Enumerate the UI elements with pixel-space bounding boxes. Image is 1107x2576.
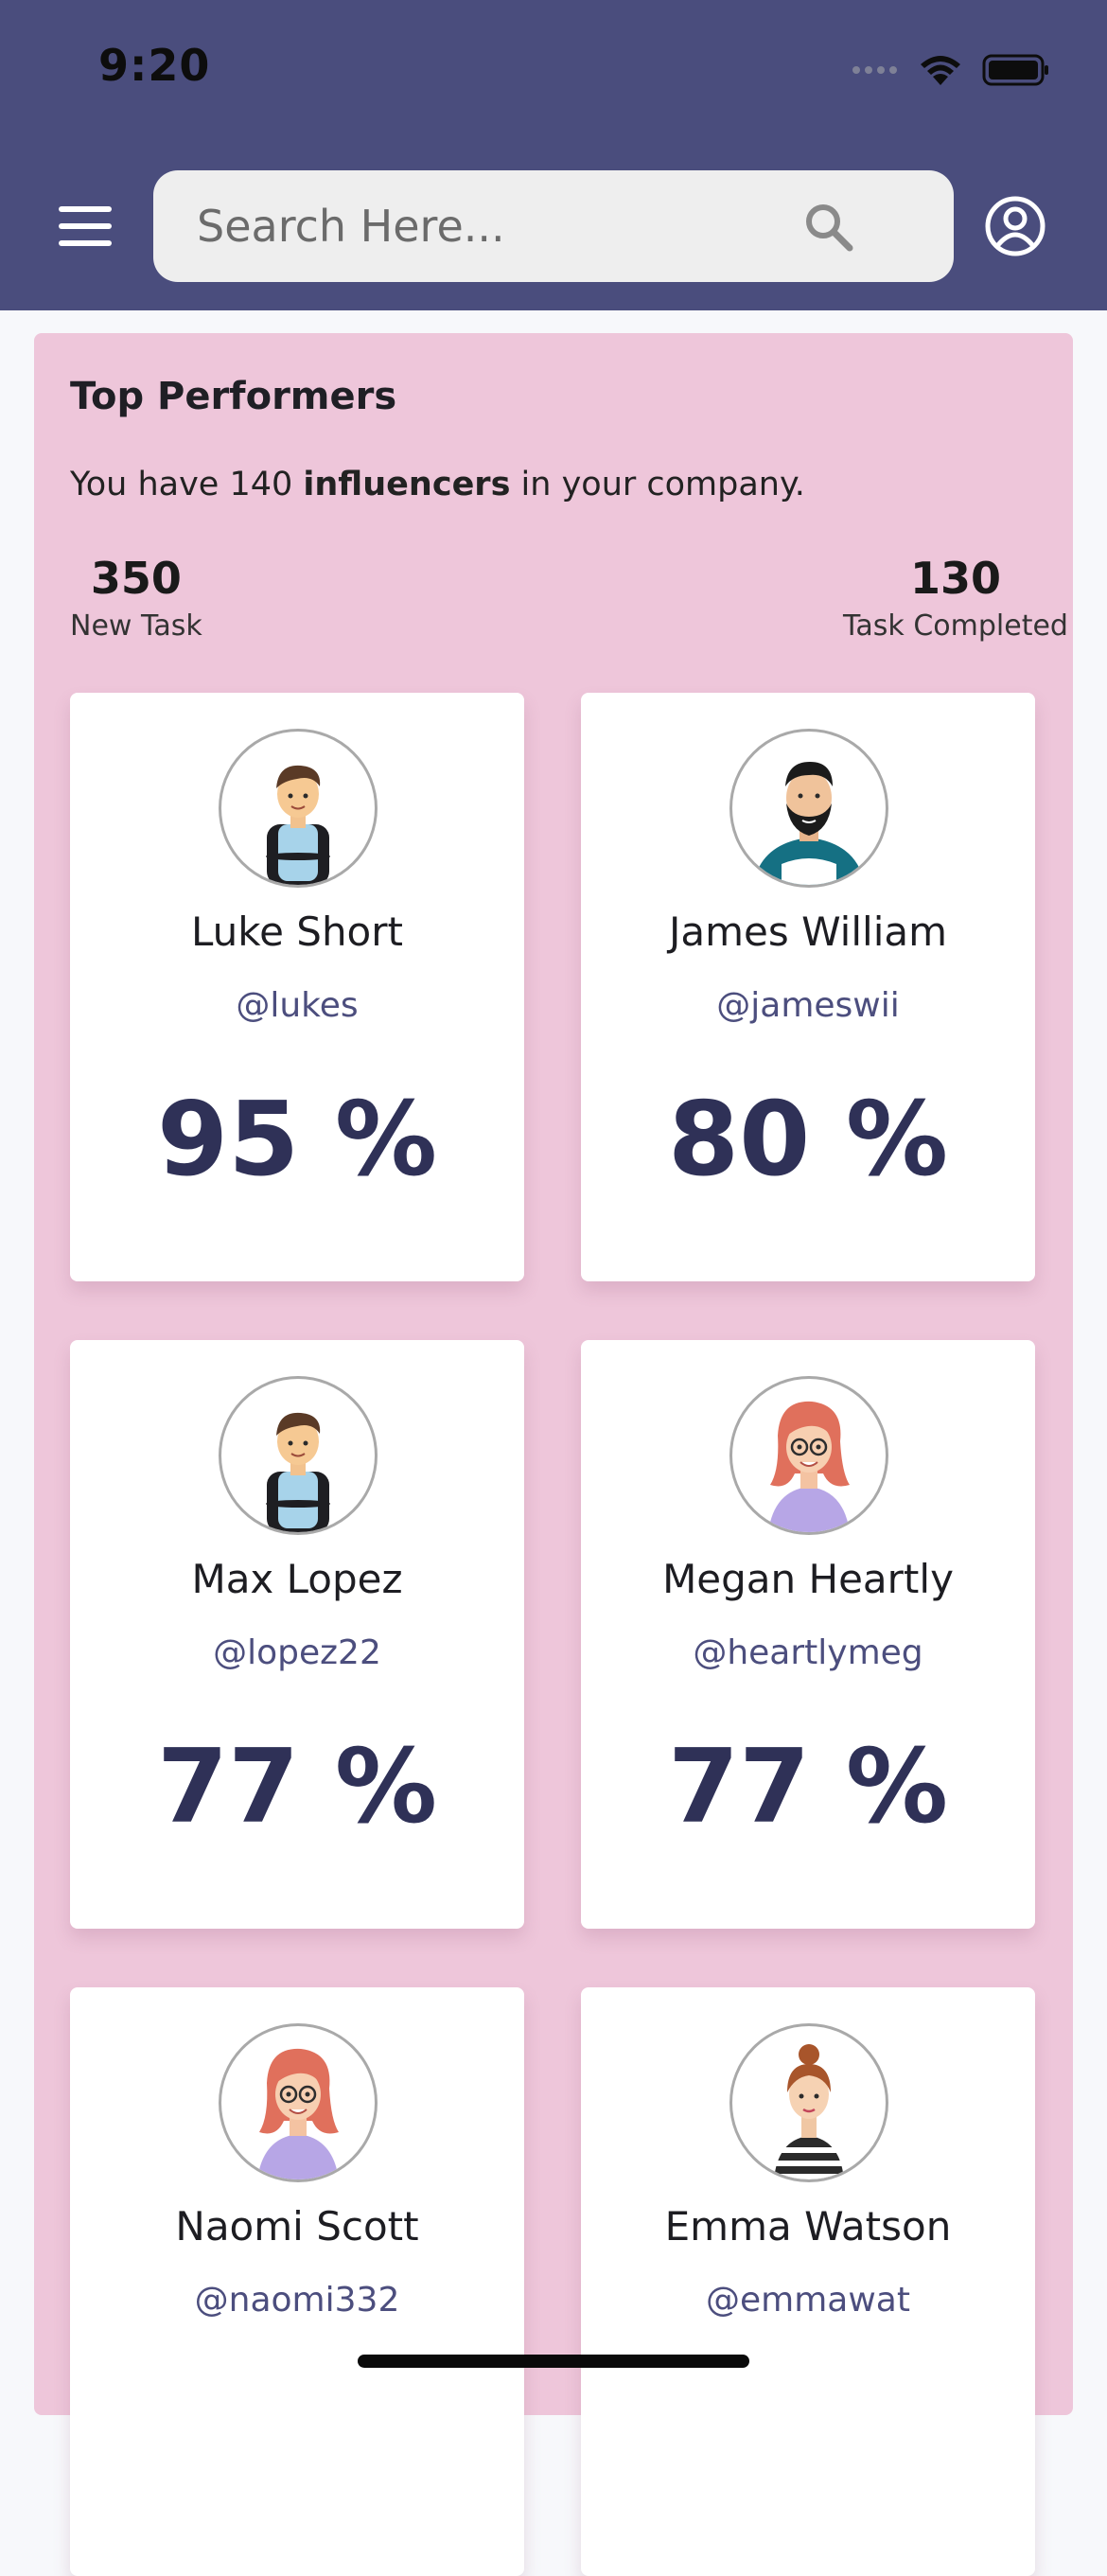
performer-name: James William bbox=[668, 909, 948, 955]
performer-handle[interactable]: @jameswii bbox=[581, 986, 1035, 1025]
status-icons bbox=[852, 51, 1050, 89]
profile-icon[interactable] bbox=[984, 195, 1046, 257]
subtitle-prefix: You have 140 bbox=[70, 466, 304, 503]
status-time: 9:20 bbox=[98, 40, 211, 91]
performer-card[interactable]: James William @jameswii 80 % bbox=[581, 693, 1035, 1281]
new-task-stat: 350 New Task bbox=[70, 553, 202, 643]
search-placeholder: Search Here... bbox=[197, 201, 505, 252]
top-performers-panel: Top Performers You have 140 influencers … bbox=[34, 333, 1073, 2576]
panel-title: Top Performers bbox=[70, 375, 397, 418]
performer-score: 80 % bbox=[667, 1081, 949, 1199]
performer-score: 77 % bbox=[156, 1728, 438, 1846]
subtitle-bold: influencers bbox=[303, 466, 511, 503]
performer-handle[interactable]: @lopez22 bbox=[70, 1633, 524, 1672]
performer-card[interactable]: Luke Short @lukes 95 % bbox=[70, 693, 524, 1281]
search-input[interactable]: Search Here... bbox=[153, 170, 954, 282]
red-hair-woman-avatar bbox=[729, 1376, 888, 1535]
performer-card[interactable]: Emma Watson @emmawat bbox=[581, 1987, 1035, 2576]
search-icon[interactable] bbox=[802, 201, 855, 254]
performer-name: Emma Watson bbox=[664, 2203, 952, 2250]
performer-card[interactable]: Max Lopez @lopez22 77 % bbox=[70, 1340, 524, 1929]
performer-name: Naomi Scott bbox=[175, 2203, 419, 2250]
performer-score: 77 % bbox=[667, 1728, 949, 1846]
performer-handle[interactable]: @lukes bbox=[70, 986, 524, 1025]
battery-icon bbox=[982, 54, 1048, 86]
completed-task-value: 130 bbox=[909, 553, 1002, 604]
panel-subtitle: You have 140 influencers in your company… bbox=[70, 466, 805, 503]
performer-card[interactable]: Naomi Scott @naomi332 bbox=[70, 1987, 524, 2576]
performer-card[interactable]: Megan Heartly @heartlymeg 77 % bbox=[581, 1340, 1035, 1929]
menu-icon[interactable] bbox=[59, 206, 115, 248]
bun-hair-woman-avatar bbox=[729, 2023, 888, 2182]
performer-handle[interactable]: @naomi332 bbox=[70, 2281, 524, 2320]
home-indicator bbox=[358, 2355, 749, 2368]
performer-score: 95 % bbox=[156, 1081, 438, 1199]
man-vest-avatar bbox=[219, 1376, 378, 1535]
completed-task-stat: 130 Task Completed bbox=[829, 553, 1082, 643]
performer-handle[interactable]: @emmawat bbox=[581, 2281, 1035, 2320]
performer-handle[interactable]: @heartlymeg bbox=[581, 1633, 1035, 1672]
app-header: 9:20 Search Here... bbox=[0, 0, 1107, 310]
man-vest-avatar bbox=[219, 729, 378, 888]
wifi-icon bbox=[921, 56, 960, 85]
performer-name: Megan Heartly bbox=[662, 1556, 954, 1602]
cellular-signal-icon bbox=[852, 66, 897, 74]
subtitle-suffix: in your company. bbox=[510, 466, 805, 503]
performer-name: Luke Short bbox=[190, 909, 403, 955]
completed-task-label: Task Completed bbox=[843, 609, 1068, 643]
new-task-value: 350 bbox=[90, 553, 182, 604]
new-task-label: New Task bbox=[70, 609, 202, 643]
bearded-man-avatar bbox=[729, 729, 888, 888]
performer-name: Max Lopez bbox=[191, 1556, 403, 1602]
red-hair-woman-avatar bbox=[219, 2023, 378, 2182]
